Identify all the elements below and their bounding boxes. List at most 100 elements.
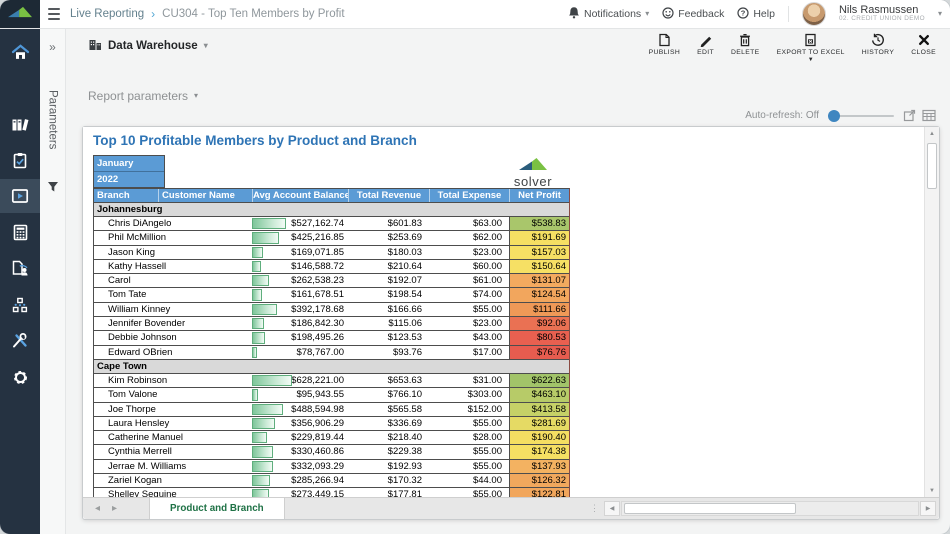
net-profit-cell: $80.53: [509, 331, 569, 344]
total-expense-cell: $31.00: [429, 374, 509, 387]
expand-rail-icon[interactable]: »: [40, 40, 65, 54]
balance-data-bar: [252, 389, 258, 400]
help-button[interactable]: ? Help: [737, 7, 775, 22]
close-button[interactable]: Close: [911, 33, 936, 56]
customer-name-cell: Jerrae M. Williams: [94, 460, 252, 473]
data-source-picker[interactable]: Data Warehouse ▾: [88, 38, 208, 54]
vertical-scroll-thumb[interactable]: [927, 143, 937, 189]
auto-refresh-slider[interactable]: [828, 110, 894, 122]
export-excel-icon: [804, 33, 817, 47]
total-expense-cell: $74.00: [429, 288, 509, 301]
sidebar-item-admin-tools[interactable]: [0, 323, 40, 357]
total-revenue-cell: $180.03: [348, 246, 429, 259]
sidebar-item-budgeting[interactable]: [0, 215, 40, 249]
vertical-scrollbar[interactable]: ▲ ▼: [924, 127, 939, 498]
question-circle-icon: ?: [737, 7, 749, 22]
publish-button[interactable]: Publish: [649, 33, 681, 56]
parameters-rail-label[interactable]: Parameters: [40, 62, 65, 178]
total-revenue-cell: $653.63: [348, 374, 429, 387]
tab-scroll-right-icon[interactable]: ▸: [106, 498, 123, 519]
export-to-excel-button[interactable]: Export to Excel▼: [777, 33, 845, 62]
total-revenue-cell: $192.07: [348, 274, 429, 287]
avg-balance-cell: $146,588.72: [252, 260, 348, 273]
sidebar-item-tasks[interactable]: [0, 143, 40, 177]
action-label: Delete: [731, 49, 760, 56]
trash-icon: [739, 33, 751, 47]
help-label: Help: [753, 8, 775, 20]
sidebar-item-data-blocks[interactable]: [0, 288, 40, 322]
avg-balance-cell: $229,819.44: [252, 431, 348, 444]
member-row: Phil McMillion$425,216.85$253.69$62.00$1…: [94, 231, 569, 245]
total-revenue-cell: $170.32: [348, 474, 429, 487]
user-avatar[interactable]: [802, 2, 826, 26]
total-revenue-cell: $123.53: [348, 331, 429, 344]
delete-button[interactable]: Delete: [731, 33, 760, 56]
grid-view-icon[interactable]: [922, 109, 936, 122]
scroll-down-icon[interactable]: ▼: [925, 484, 939, 498]
action-label: Edit: [697, 49, 714, 56]
notifications-menu[interactable]: Notifications ▾: [568, 6, 649, 22]
sidebar-item-home[interactable]: [0, 35, 40, 69]
tab-scroll-left-icon[interactable]: ◂: [89, 498, 106, 519]
breadcrumb-section[interactable]: Live Reporting: [70, 8, 144, 20]
total-expense-cell: $55.00: [429, 445, 509, 458]
user-menu[interactable]: Nils Rasmussen 02. Credit Union Demo: [839, 5, 925, 23]
slider-knob[interactable]: [828, 110, 840, 122]
scroll-up-icon[interactable]: ▲: [925, 127, 939, 141]
member-row: Zariel Kogan$285,266.94$170.32$44.00$126…: [94, 474, 569, 488]
net-profit-cell: $111.66: [509, 303, 569, 316]
chevron-down-icon: ▼: [808, 58, 814, 62]
total-revenue-cell: $565.58: [348, 403, 429, 416]
splitter-handle-icon[interactable]: ⋮: [590, 503, 599, 514]
scroll-right-icon[interactable]: ▶: [920, 501, 936, 516]
feedback-button[interactable]: Feedback: [662, 7, 724, 22]
member-row: Catherine Manuel$229,819.44$218.40$28.00…: [94, 431, 569, 445]
history-button[interactable]: History: [862, 33, 894, 56]
edit-button[interactable]: Edit: [697, 33, 714, 56]
member-row: Debbie Johnson$198,495.26$123.53$43.00$8…: [94, 331, 569, 345]
total-expense-cell: $55.00: [429, 460, 509, 473]
app-window: Live Reporting › CU304 - Top Ten Members…: [0, 0, 950, 534]
balance-data-bar: [252, 304, 277, 315]
sidebar-item-report-archive[interactable]: [0, 108, 40, 142]
data-source-label: Data Warehouse: [108, 40, 198, 52]
avg-balance-cell: $332,093.29: [252, 460, 348, 473]
total-expense-cell: $23.00: [429, 317, 509, 330]
total-expense-cell: $17.00: [429, 346, 509, 359]
monitor-play-icon: [11, 188, 29, 204]
member-row: Kim Robinson$628,221.00$653.63$31.00$622…: [94, 374, 569, 388]
horizontal-scroll-thumb[interactable]: [624, 503, 796, 514]
sidebar-item-settings[interactable]: [0, 360, 40, 394]
period-parameter-box: January 2022: [93, 155, 165, 188]
sheet-tab-product-and-branch[interactable]: Product and Branch: [149, 498, 285, 519]
avg-balance-cell: $527,162.74: [252, 217, 348, 230]
horizontal-scroll-track[interactable]: [621, 501, 919, 516]
avg-balance-cell: $169,071.85: [252, 246, 348, 259]
avg-balance-cell: $262,538.23: [252, 274, 348, 287]
net-profit-cell: $413.58: [509, 403, 569, 416]
svg-text:?: ?: [741, 8, 746, 17]
member-row: Tom Tate$161,678.51$198.54$74.00$124.54: [94, 288, 569, 302]
filter-funnel-icon[interactable]: [47, 180, 59, 198]
divider: [788, 6, 789, 22]
scroll-left-icon[interactable]: ◀: [604, 501, 620, 516]
hamburger-menu-icon[interactable]: [48, 8, 60, 20]
balance-data-bar: [252, 232, 279, 243]
auto-refresh-control: Auto-refresh: Off: [745, 109, 936, 122]
sidebar-item-member-documents[interactable]: [0, 251, 40, 285]
member-row: Tom Valone$95,943.55$766.10$303.00$463.1…: [94, 388, 569, 402]
report-parameters-toggle[interactable]: Report parameters ▾: [88, 89, 198, 103]
home-icon: [11, 44, 30, 60]
sidebar-item-live-reporting[interactable]: [0, 179, 40, 213]
avg-balance-cell: $488,594.98: [252, 403, 348, 416]
top-bar-right: Notifications ▾ Feedback ? Help Nils Ras…: [568, 0, 942, 28]
open-in-new-window-icon[interactable]: [903, 109, 916, 122]
solver-brand: solver: [498, 157, 568, 187]
total-revenue-cell: $198.54: [348, 288, 429, 301]
avg-balance-cell: $95,943.55: [252, 388, 348, 401]
chevron-down-icon[interactable]: ▾: [938, 10, 942, 18]
avg-balance-cell: $330,460.86: [252, 445, 348, 458]
app-logo[interactable]: [0, 0, 40, 28]
balance-data-bar: [252, 247, 263, 258]
history-icon: [871, 33, 885, 47]
